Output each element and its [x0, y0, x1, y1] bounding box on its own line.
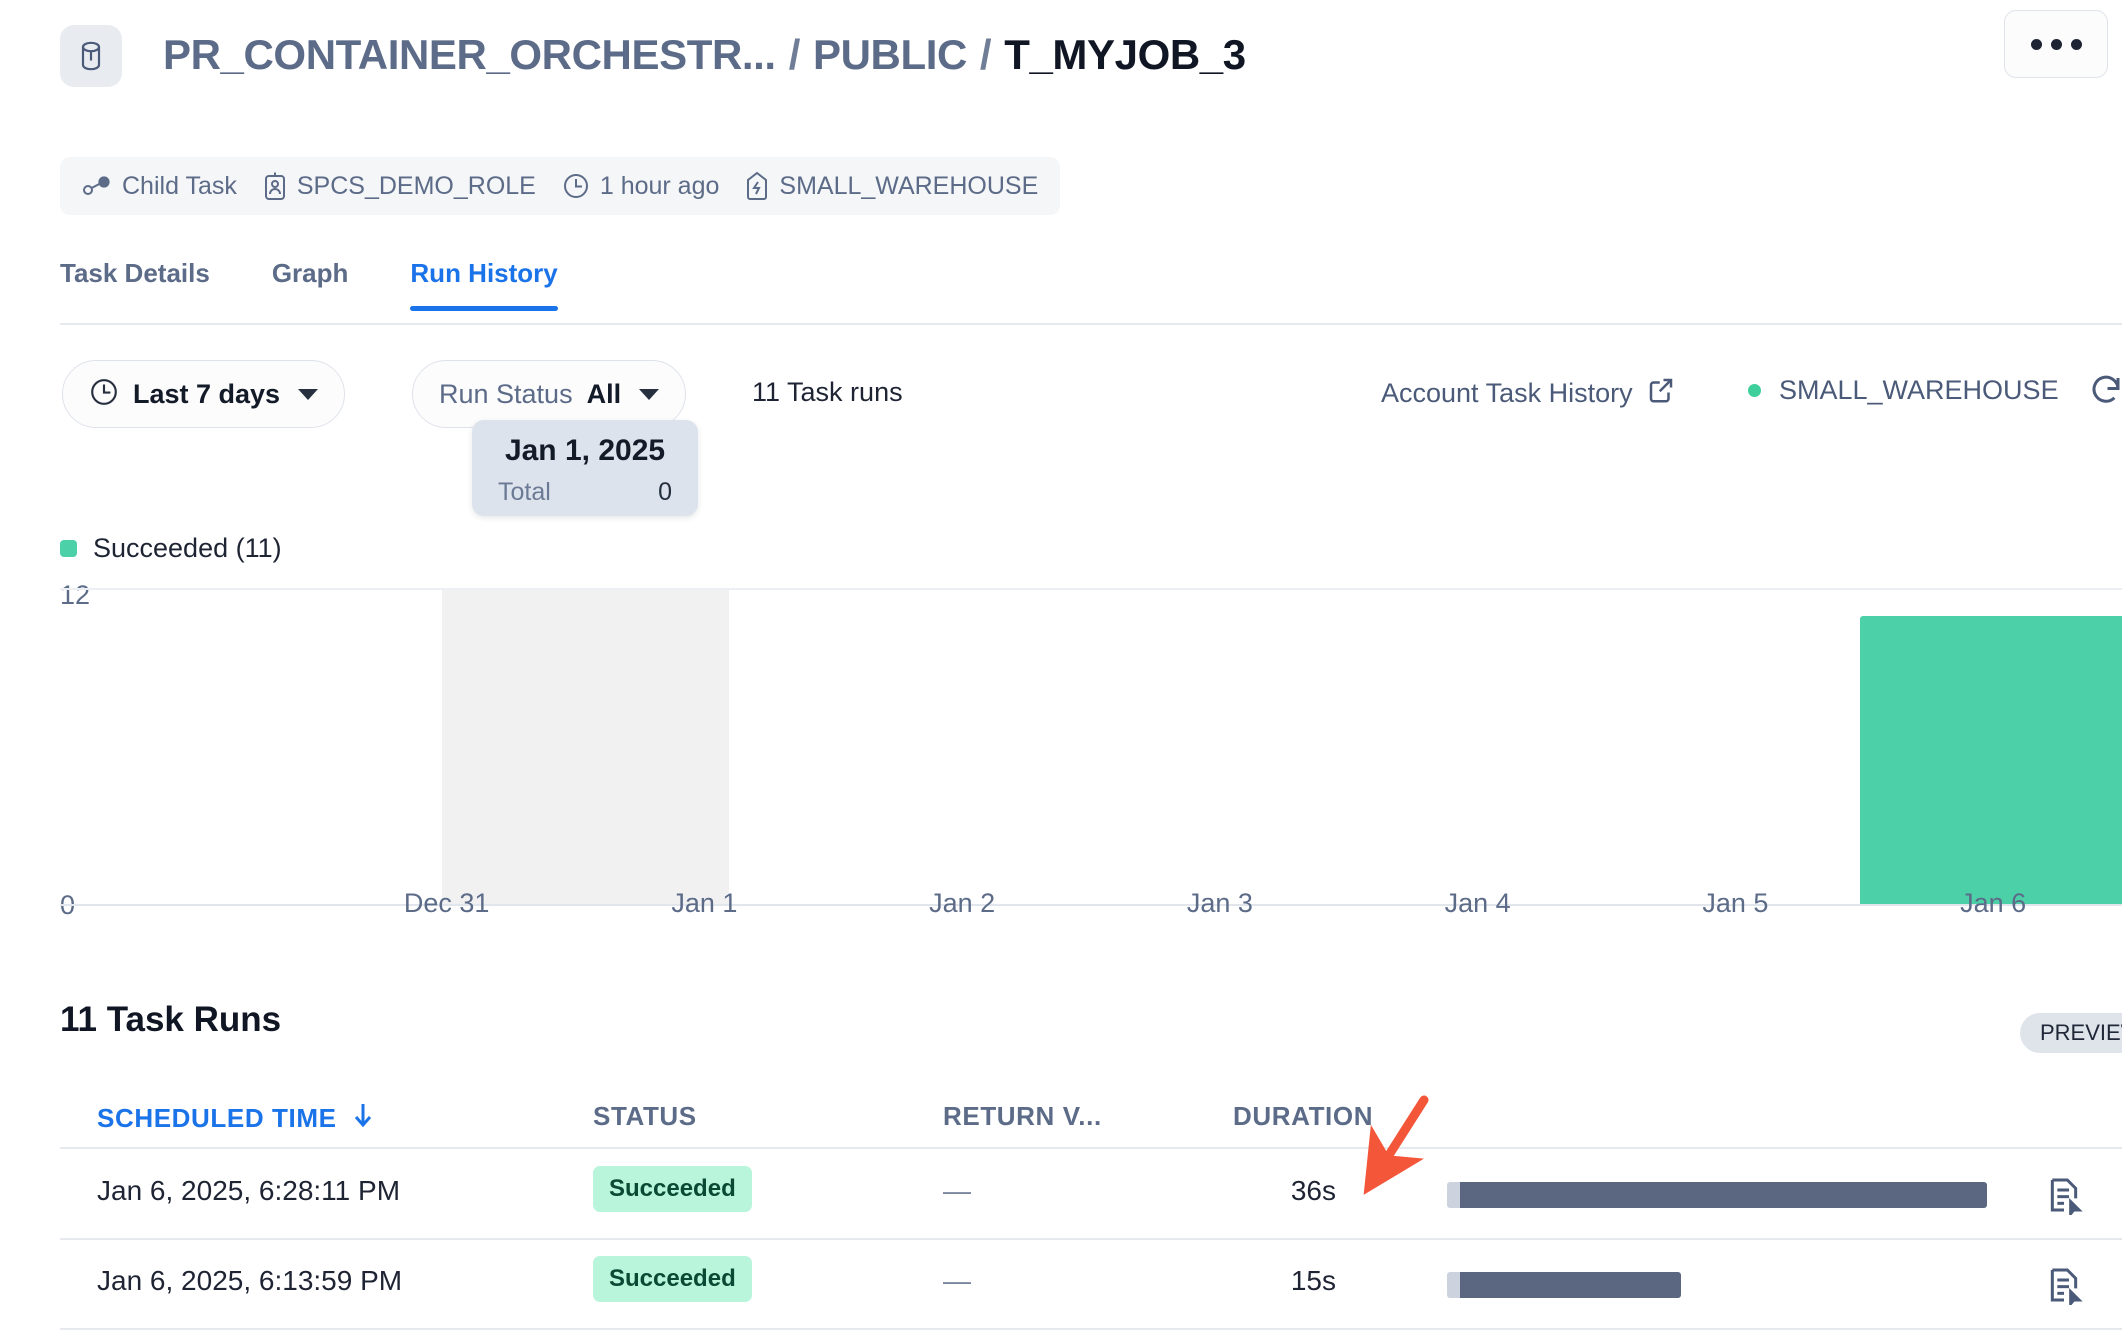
x-axis-tick-label: Jan 4: [1445, 888, 1511, 919]
clock-icon: [89, 377, 119, 412]
legend-label-succeeded[interactable]: Succeeded (11): [93, 533, 282, 564]
account-task-history-label: Account Task History: [1381, 378, 1633, 409]
status-badge: Succeeded: [593, 1166, 752, 1212]
time-range-filter[interactable]: Last 7 days: [62, 360, 345, 428]
chart-hover-band: [442, 590, 729, 904]
meta-label-last-run: 1 hour ago: [600, 172, 720, 201]
tab-bar: Task Details Graph Run History: [60, 258, 620, 311]
sort-descending-icon: [351, 1101, 375, 1136]
cell-return-value: —: [943, 1175, 971, 1207]
chart-bar[interactable]: [1860, 616, 2122, 904]
preview-badge: PREVIEW: [2020, 1013, 2122, 1053]
breadcrumb-separator-2: /: [967, 31, 1004, 79]
duration-bar: [1460, 1272, 1681, 1298]
table-row[interactable]: Jan 6, 2025, 6:13:59 PM Succeeded — 15s: [0, 1240, 2122, 1330]
legend-swatch-succeeded: [60, 540, 77, 557]
cell-return-value: —: [943, 1265, 971, 1297]
status-dot-icon: [1748, 384, 1761, 397]
x-axis-tick-label: Jan 3: [1187, 888, 1253, 919]
meta-label-warehouse: SMALL_WAREHOUSE: [779, 172, 1038, 201]
status-badge: Succeeded: [593, 1256, 752, 1302]
breadcrumb-database[interactable]: PR_CONTAINER_ORCHESTR...: [163, 31, 776, 79]
role-icon: [263, 171, 287, 201]
meta-item-warehouse: SMALL_WAREHOUSE: [745, 171, 1038, 201]
chart-legend: Succeeded (11): [60, 533, 282, 564]
x-axis-tick-label: Jan 6: [1960, 888, 2026, 919]
warehouse-status-label: SMALL_WAREHOUSE: [1779, 375, 2059, 406]
duration-bar-start-cap: [1447, 1272, 1460, 1298]
tab-bar-divider: [60, 323, 2122, 325]
chevron-down-icon: [298, 389, 318, 400]
run-status-value: All: [587, 379, 622, 410]
column-header-status[interactable]: STATUS: [593, 1101, 697, 1132]
run-history-bar-chart[interactable]: [60, 588, 2122, 906]
chevron-down-icon: [639, 389, 659, 400]
x-axis-tick-label: Jan 5: [1702, 888, 1768, 919]
task-runs-count: 11 Task runs: [752, 377, 903, 408]
column-header-scheduled-time-label: SCHEDULED TIME: [97, 1103, 337, 1134]
more-options-button[interactable]: [2004, 10, 2108, 78]
meta-item-role: SPCS_DEMO_ROLE: [263, 171, 536, 201]
meta-item-child-task: Child Task: [82, 172, 237, 201]
table-header: SCHEDULED TIME STATUS RETURN V... DURATI…: [0, 1087, 2122, 1147]
more-options-icon: [2031, 39, 2042, 50]
run-status-filter[interactable]: Run Status All: [412, 360, 686, 428]
tooltip-metric-row: Total 0: [490, 478, 680, 507]
cell-scheduled-time: Jan 6, 2025, 6:13:59 PM: [97, 1265, 402, 1297]
tab-graph[interactable]: Graph: [272, 258, 349, 311]
warehouse-icon: [745, 171, 769, 201]
tooltip-metric-value: 0: [658, 478, 672, 507]
x-axis-tick-label: Jan 1: [671, 888, 737, 919]
tab-run-history[interactable]: Run History: [410, 258, 557, 311]
duration-bar: [1460, 1182, 1987, 1208]
external-link-icon: [1646, 375, 1676, 412]
tooltip-title: Jan 1, 2025: [490, 434, 680, 468]
column-header-duration[interactable]: DURATION: [1233, 1101, 1373, 1132]
page-header: PR_CONTAINER_ORCHESTR... / PUBLIC / T_MY…: [0, 0, 2122, 112]
object-meta-bar: Child Task SPCS_DEMO_ROLE 1 hour ago: [60, 157, 1060, 215]
column-header-scheduled-time[interactable]: SCHEDULED TIME: [97, 1101, 375, 1136]
cell-duration: 15s: [1256, 1265, 1336, 1297]
row-action-open-details[interactable]: [2044, 1175, 2084, 1220]
breadcrumb: PR_CONTAINER_ORCHESTR... / PUBLIC / T_MY…: [163, 20, 1246, 90]
table-row-divider: [60, 1328, 2122, 1330]
more-options-icon: [2051, 39, 2062, 50]
cell-status: Succeeded: [593, 1166, 752, 1212]
filters-toolbar: Last 7 days Run Status All 11 Task runs …: [0, 360, 2122, 440]
tab-task-details[interactable]: Task Details: [60, 258, 210, 311]
breadcrumb-separator-1: /: [776, 31, 813, 79]
run-status-label: Run Status: [439, 379, 573, 410]
chart-tooltip: Jan 1, 2025 Total 0: [472, 420, 698, 516]
table-header-divider: [60, 1147, 2122, 1149]
duration-bar-start-cap: [1447, 1182, 1460, 1208]
clock-icon: [562, 172, 590, 200]
more-options-icon: [2071, 39, 2082, 50]
row-action-open-details[interactable]: [2044, 1265, 2084, 1310]
run-history-page: PR_CONTAINER_ORCHESTR... / PUBLIC / T_MY…: [0, 0, 2122, 1332]
warehouse-status: SMALL_WAREHOUSE: [1748, 375, 2059, 406]
breadcrumb-schema[interactable]: PUBLIC: [813, 31, 967, 79]
time-range-value: Last 7 days: [133, 379, 280, 410]
refresh-button[interactable]: [2088, 372, 2122, 413]
child-task-icon: [82, 175, 112, 197]
cell-scheduled-time: Jan 6, 2025, 6:28:11 PM: [97, 1175, 400, 1207]
table-row[interactable]: Jan 6, 2025, 6:28:11 PM Succeeded — 36s: [0, 1150, 2122, 1240]
breadcrumb-object: T_MYJOB_3: [1004, 31, 1246, 79]
chart-top-gridline: [60, 588, 2122, 590]
meta-label-role: SPCS_DEMO_ROLE: [297, 172, 536, 201]
meta-label-child-task: Child Task: [122, 172, 237, 201]
tooltip-metric-label: Total: [498, 478, 551, 507]
x-axis-tick-label: Jan 2: [929, 888, 995, 919]
account-task-history-link[interactable]: Account Task History: [1381, 375, 1676, 412]
table-title: 11 Task Runs: [60, 1000, 281, 1040]
cell-status: Succeeded: [593, 1256, 752, 1302]
database-icon: [60, 25, 122, 87]
cell-duration: 36s: [1256, 1175, 1336, 1207]
x-axis: Dec 31 Jan 1 Jan 2 Jan 3 Jan 4 Jan 5 Jan 6: [60, 888, 2122, 934]
x-axis-tick-label: Dec 31: [404, 888, 490, 919]
column-header-return-value[interactable]: RETURN V...: [943, 1101, 1102, 1132]
meta-item-last-run: 1 hour ago: [562, 172, 720, 201]
